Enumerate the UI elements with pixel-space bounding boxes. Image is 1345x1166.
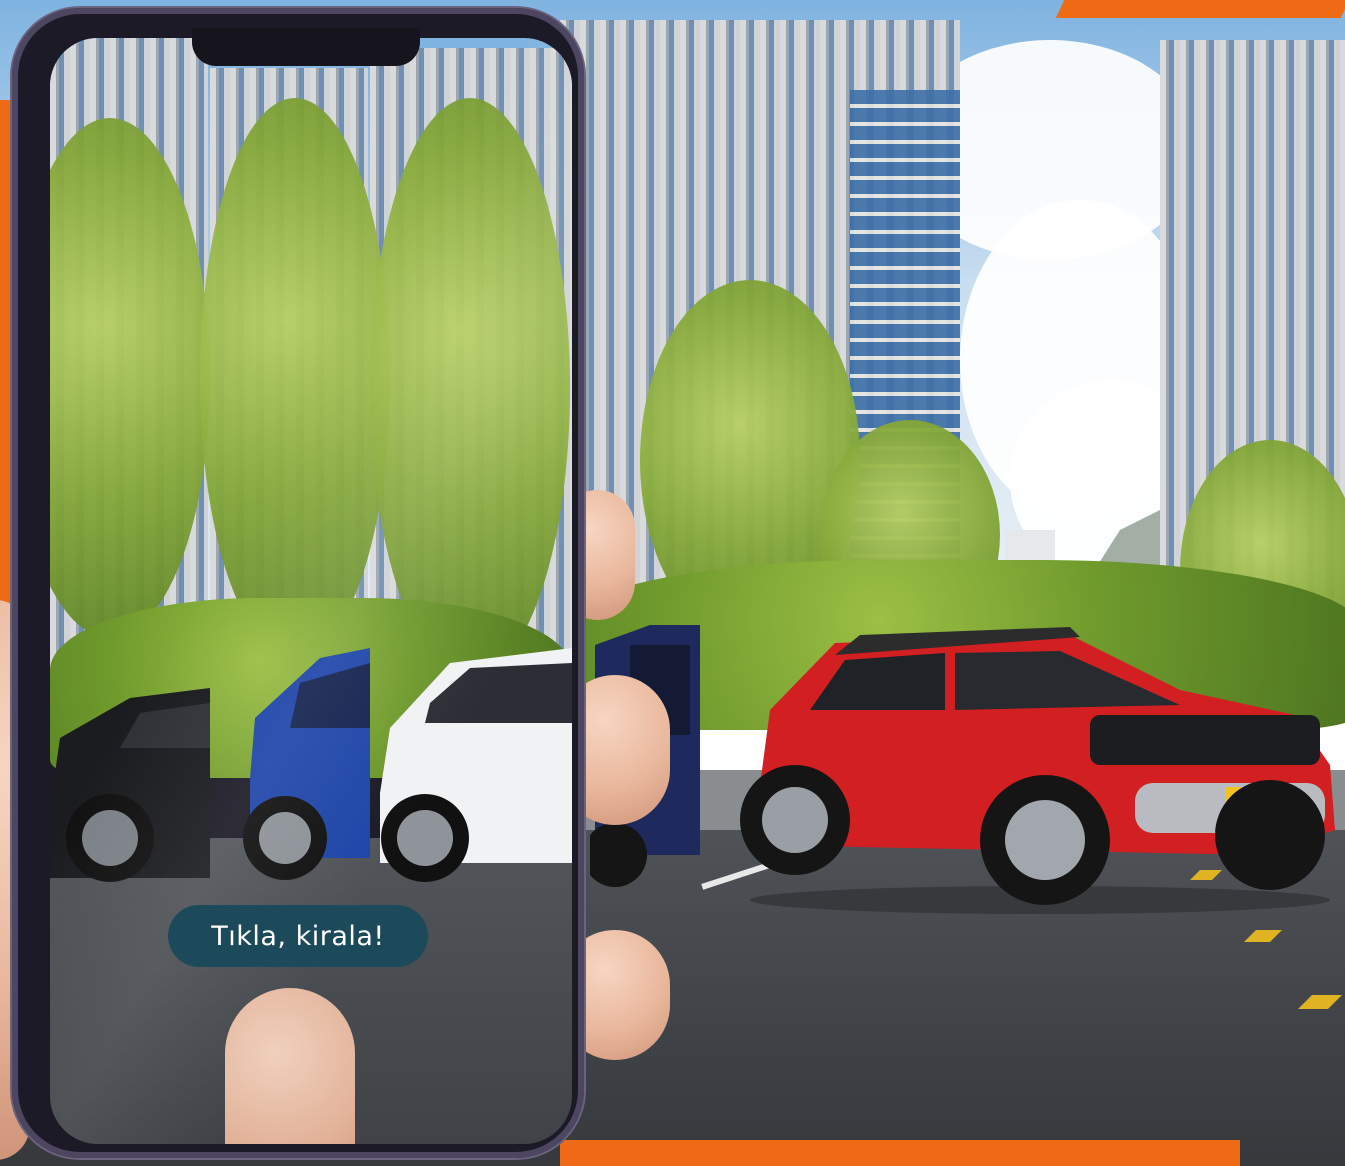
smartphone bbox=[12, 8, 584, 1158]
thumb bbox=[225, 988, 355, 1144]
red-suv bbox=[740, 627, 1335, 914]
rent-now-button[interactable]: Tıkla, kirala! bbox=[168, 905, 428, 967]
phone-screen bbox=[50, 38, 572, 1144]
orange-accent-bottom bbox=[560, 1140, 1240, 1166]
screen-glare bbox=[50, 38, 572, 1144]
phone-notch bbox=[192, 28, 420, 66]
ad-scene: Tıkla, kirala! bbox=[0, 0, 1345, 1166]
orange-accent-top bbox=[1055, 0, 1345, 18]
